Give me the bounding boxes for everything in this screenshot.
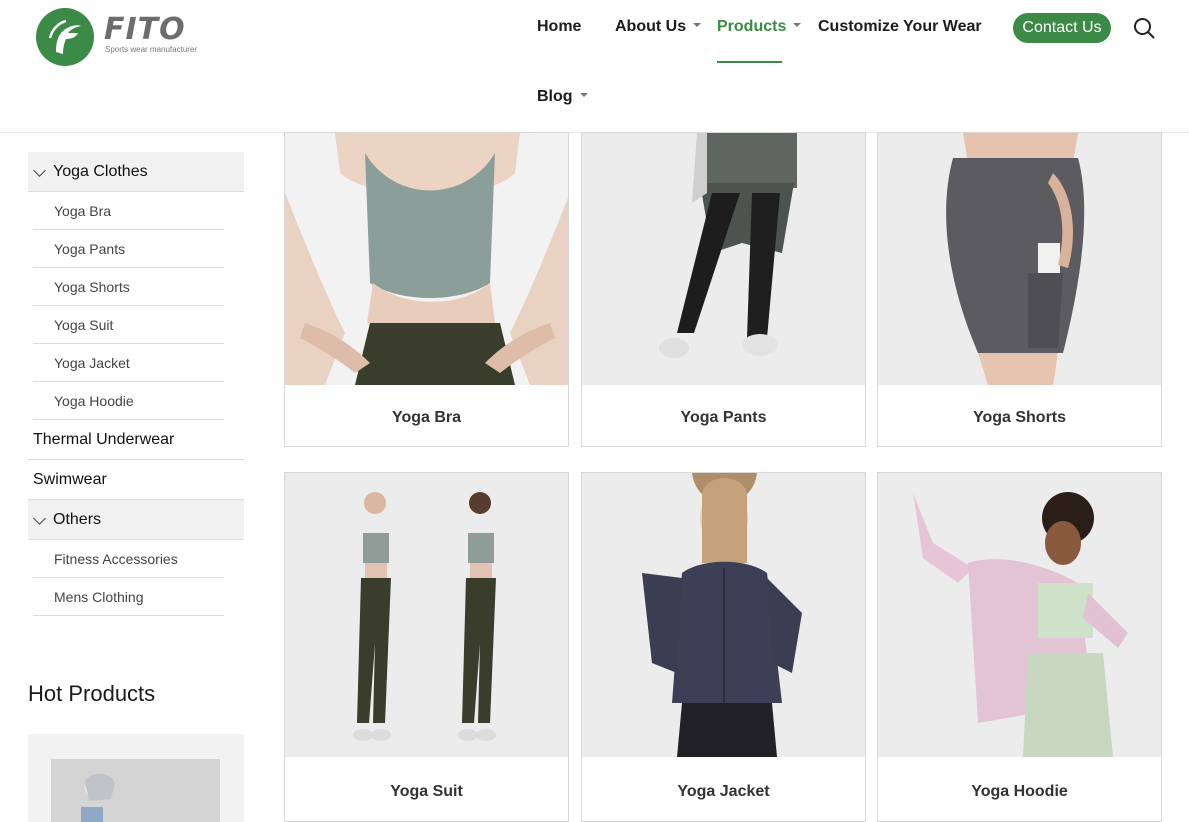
product-image xyxy=(878,133,1161,385)
product-card-yoga-hoodie[interactable]: Yoga Hoodie xyxy=(877,472,1162,822)
nav-home-label: Home xyxy=(537,18,582,35)
brand-tagline: Sports wear manufacturer xyxy=(105,45,198,54)
nav-customize-label: Customize Your Wear xyxy=(818,18,982,35)
brand-logo[interactable]: FITO Sports wear manufacturer xyxy=(36,8,198,66)
subcategory-mens-clothing[interactable]: Mens Clothing xyxy=(33,578,224,616)
subcategory-yoga-shorts[interactable]: Yoga Shorts xyxy=(33,268,224,306)
product-name: Yoga Bra xyxy=(391,409,462,426)
product-card-yoga-pants[interactable]: Yoga Pants xyxy=(581,132,866,447)
product-card-yoga-suit[interactable]: Yoga Suit xyxy=(284,472,569,822)
hot-products-panel xyxy=(28,734,244,822)
subcategory-fitness-accessories[interactable]: Fitness Accessories xyxy=(33,540,224,578)
nav-home[interactable]: Home xyxy=(537,18,581,36)
site-header: FITO Sports wear manufacturer Home About… xyxy=(0,0,1189,132)
brand-name: FITO xyxy=(104,12,186,47)
nav-about-label: About Us xyxy=(615,18,687,35)
chevron-down-icon xyxy=(33,512,46,525)
contact-us-button[interactable]: Contact Us xyxy=(1013,13,1111,43)
nav-blog-label: Blog xyxy=(537,88,573,105)
product-card-yoga-bra[interactable]: Yoga Bra xyxy=(284,132,569,447)
category-thermal-underwear[interactable]: Thermal Underwear xyxy=(28,420,244,460)
subcategory-yoga-suit[interactable]: Yoga Suit xyxy=(33,306,224,344)
product-name: Yoga Pants xyxy=(680,409,767,426)
subcategory-yoga-pants[interactable]: Yoga Pants xyxy=(33,230,224,268)
nav-customize-your-wear[interactable]: Customize Your Wear xyxy=(818,18,982,36)
search-icon[interactable] xyxy=(1133,17,1155,39)
product-image xyxy=(878,473,1161,757)
product-name: Yoga Jacket xyxy=(677,783,770,800)
caret-down-icon xyxy=(579,92,588,97)
caret-down-icon xyxy=(793,22,802,27)
category-label: Others xyxy=(53,511,102,528)
subcategory-yoga-jacket[interactable]: Yoga Jacket xyxy=(33,344,224,382)
nav-about-us[interactable]: About Us xyxy=(615,18,702,36)
subcategory-yoga-bra[interactable]: Yoga Bra xyxy=(33,192,224,230)
category-label: Yoga Clothes xyxy=(53,163,148,180)
product-image xyxy=(582,133,865,385)
product-name: Yoga Suit xyxy=(390,783,463,800)
product-image xyxy=(285,473,568,757)
nav-products-label: Products xyxy=(717,18,787,35)
nav-products[interactable]: Products xyxy=(717,18,802,36)
category-yoga-clothes[interactable]: Yoga Clothes xyxy=(28,152,244,192)
hot-product-image[interactable] xyxy=(51,759,220,822)
nav-blog[interactable]: Blog xyxy=(537,88,588,106)
subcategory-yoga-hoodie[interactable]: Yoga Hoodie xyxy=(33,382,224,420)
hot-products-heading: Hot Products xyxy=(28,681,156,706)
category-others[interactable]: Others xyxy=(28,500,244,540)
product-name: Yoga Hoodie xyxy=(971,783,1068,800)
nav-active-indicator xyxy=(717,61,782,63)
fito-logo-icon xyxy=(36,8,94,66)
product-image xyxy=(582,473,865,757)
product-card-yoga-jacket[interactable]: Yoga Jacket xyxy=(581,472,866,822)
product-card-yoga-shorts[interactable]: Yoga Shorts xyxy=(877,132,1162,447)
caret-down-icon xyxy=(693,22,702,27)
chevron-down-icon xyxy=(33,164,46,177)
category-sidebar: Yoga Clothes Yoga Bra Yoga Pants Yoga Sh… xyxy=(28,152,244,616)
category-swimwear[interactable]: Swimwear xyxy=(28,460,244,500)
product-name: Yoga Shorts xyxy=(972,409,1067,426)
product-image xyxy=(285,133,568,385)
